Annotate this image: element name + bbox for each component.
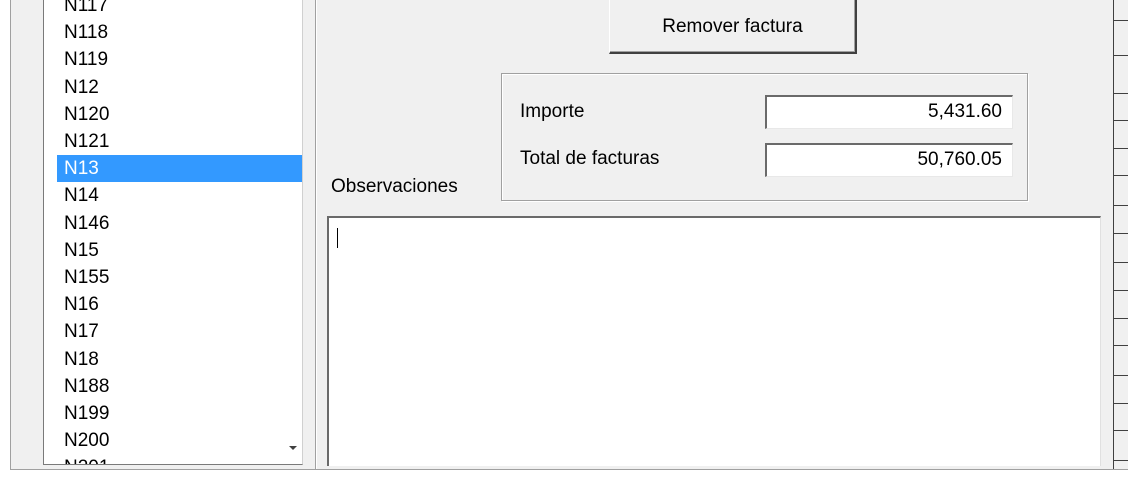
scroll-down-arrow-icon[interactable]	[289, 446, 297, 450]
grid-row-line	[1114, 20, 1128, 21]
importe-field[interactable]: 5,431.60	[765, 95, 1013, 129]
totals-groupbox: Importe 5,431.60 Total de facturas 50,76…	[501, 73, 1028, 201]
list-item[interactable]: N201	[57, 454, 302, 464]
list-item[interactable]: N155	[57, 264, 302, 291]
list-item[interactable]: N120	[57, 101, 302, 128]
invoice-panel: N117 N118 N119 N12 N120 N121 N13 N14 N146 N15 N155…	[10, 0, 1128, 470]
list-item[interactable]: N146	[57, 210, 302, 237]
list-item[interactable]: N14	[57, 182, 302, 209]
list-item[interactable]: N16	[57, 291, 302, 318]
grid-row-line	[1114, 205, 1128, 206]
text-caret	[337, 228, 338, 248]
grid-row-line	[1114, 460, 1128, 461]
list-item[interactable]: N200	[57, 427, 302, 454]
grid-row-line	[1114, 262, 1128, 263]
list-item[interactable]: N121	[57, 128, 302, 155]
grid-row-line	[1114, 290, 1128, 291]
list-item[interactable]: N199	[57, 400, 302, 427]
list-item[interactable]: N17	[57, 318, 302, 345]
grid-row-line	[1114, 148, 1128, 149]
grid-row-line	[1114, 345, 1128, 346]
grid-row-line	[1114, 318, 1128, 319]
list-item[interactable]: N188	[57, 373, 302, 400]
total-facturas-field[interactable]: 50,760.05	[765, 143, 1013, 177]
grid-row-line	[1114, 55, 1128, 56]
vertical-divider	[315, 0, 317, 469]
list-item[interactable]: N118	[57, 19, 302, 46]
observaciones-label: Observaciones	[331, 176, 458, 197]
grid-row-line	[1114, 175, 1128, 176]
observaciones-textarea[interactable]	[327, 216, 1101, 466]
grid-row-line	[1114, 233, 1128, 234]
list-item[interactable]: N117	[57, 0, 302, 19]
grid-row-line	[1114, 375, 1128, 376]
invoice-listbox[interactable]: N117 N118 N119 N12 N120 N121 N13 N14 N146 N15 N155…	[43, 0, 303, 465]
grid-row-line	[1114, 430, 1128, 431]
total-facturas-label: Total de facturas	[520, 148, 660, 169]
right-grid-edge	[1113, 0, 1128, 469]
grid-row-line	[1114, 120, 1128, 121]
grid-row-line	[1114, 403, 1128, 404]
remove-invoice-button[interactable]: Remover factura	[609, 0, 857, 54]
list-item[interactable]: N119	[57, 46, 302, 73]
grid-row-line	[1114, 93, 1128, 94]
importe-label: Importe	[520, 101, 585, 122]
list-item[interactable]: N13	[57, 155, 302, 183]
list-item[interactable]: N12	[57, 74, 302, 101]
list-item[interactable]: N15	[57, 237, 302, 264]
list-item[interactable]: N18	[57, 346, 302, 373]
